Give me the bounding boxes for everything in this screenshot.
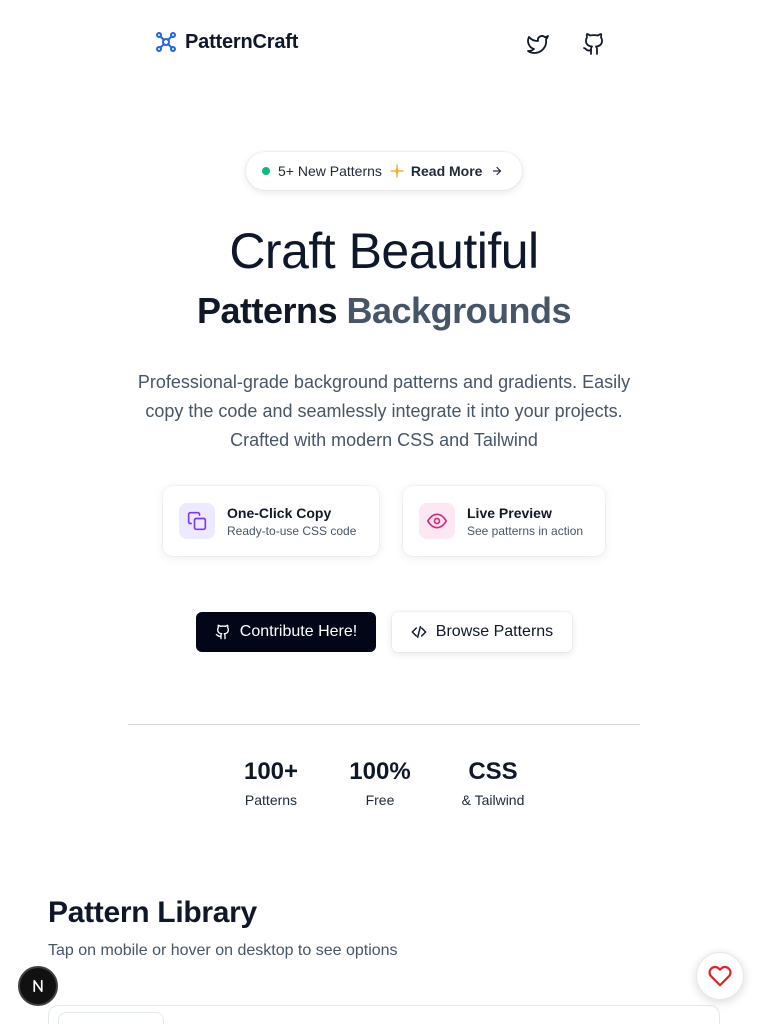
announcement-pill[interactable]: 5+ New Patterns Read More [246, 152, 522, 190]
section-divider [128, 724, 640, 725]
feature-card-preview: Live Preview See patterns in action [403, 486, 605, 556]
hero-title: Craft Beautiful [229, 223, 539, 279]
code-icon [411, 625, 427, 639]
heart-icon [708, 965, 732, 987]
top-navbar: PatternCraft [0, 0, 768, 88]
pattern-library-subtitle: Tap on mobile or hover on desktop to see… [48, 942, 398, 959]
feature-icon-box [419, 503, 455, 539]
read-more-link[interactable]: Read More [411, 163, 483, 179]
sparkle-icon [390, 164, 404, 178]
stat-css: CSS & Tailwind [448, 758, 538, 808]
feature-text: One-Click Copy Ready-to-use CSS code [227, 505, 356, 538]
framework-badge[interactable] [18, 966, 58, 1006]
stat-value: 100% [349, 758, 411, 785]
brand-logo[interactable]: PatternCraft [154, 30, 298, 54]
nextjs-icon [33, 979, 43, 993]
stat-patterns: 100+ Patterns [231, 758, 311, 808]
github-icon [583, 33, 603, 55]
arrow-right-icon [493, 166, 502, 176]
status-dot [262, 167, 270, 175]
feature-subtitle: See patterns in action [467, 523, 584, 538]
feature-title: Live Preview [467, 504, 552, 521]
pattern-library-title: Pattern Library [48, 896, 257, 929]
browse-label: Browse Patterns [435, 623, 554, 640]
contribute-label: Contribute Here! [239, 623, 358, 640]
stat-value: 100+ [243, 758, 299, 785]
browse-patterns-button[interactable]: Browse Patterns [392, 612, 572, 652]
twitter-link[interactable] [524, 30, 552, 58]
stat-label: Patterns [244, 792, 298, 808]
github-icon [215, 624, 229, 640]
announcement-text: 5+ New Patterns [278, 163, 382, 179]
stat-label: & Tailwind [461, 792, 525, 808]
twitter-icon [527, 35, 549, 54]
stat-label: Free [365, 792, 395, 808]
hero-subtitle: Patterns Backgrounds [0, 290, 768, 332]
feature-title: One-Click Copy [227, 504, 332, 521]
git-network-icon [156, 32, 176, 52]
brand-name: PatternCraft [185, 30, 299, 53]
stat-value: CSS [468, 758, 518, 785]
copy-icon [187, 511, 207, 531]
pattern-card-tag [58, 1012, 164, 1024]
feature-text: Live Preview See patterns in action [467, 505, 583, 538]
contribute-button[interactable]: Contribute Here! [196, 612, 376, 652]
hero-description: Professional-grade background patterns a… [137, 372, 631, 450]
eye-icon [427, 513, 447, 529]
github-link[interactable] [580, 30, 608, 58]
hero-word-backgrounds: Backgrounds [346, 290, 572, 331]
hero-word-patterns: Patterns [196, 290, 338, 331]
feature-icon-box [179, 503, 215, 539]
feature-card-copy: One-Click Copy Ready-to-use CSS code [163, 486, 379, 556]
feature-subtitle: Ready-to-use CSS code [227, 523, 357, 538]
favorite-button[interactable] [696, 952, 744, 1000]
stat-free: 100% Free [340, 758, 420, 808]
